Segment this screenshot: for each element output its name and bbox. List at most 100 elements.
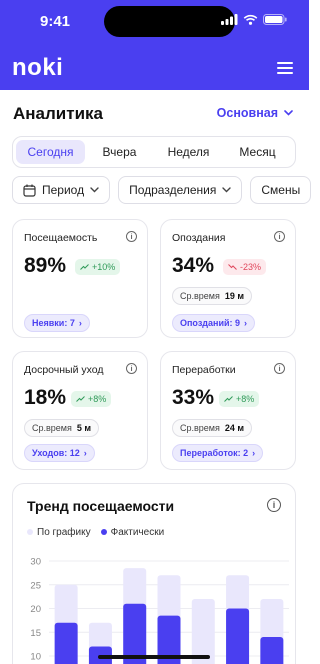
home-indicator — [98, 655, 210, 659]
dynamic-island — [104, 6, 235, 37]
tab-today[interactable]: Сегодня — [16, 140, 85, 164]
delta-badge: +8% — [71, 391, 112, 407]
card-value: 34% — [172, 254, 215, 277]
divisions-filter-label: Подразделения — [129, 183, 217, 197]
menu-line — [277, 67, 293, 69]
trend-up-icon — [224, 396, 233, 402]
chart-title: Тренд посещаемости — [27, 498, 175, 514]
info-icon[interactable]: i — [126, 363, 137, 374]
legend-fact-label: Фактически — [110, 527, 165, 538]
battery-icon — [263, 14, 287, 25]
avg-time-value: 19 м — [224, 291, 245, 301]
bar-fact — [226, 608, 250, 664]
avg-time-value: 5 м — [76, 423, 92, 433]
shifts-filter[interactable]: Смены — [250, 176, 312, 204]
attendance-card: Посещаемость i 89% +10% Неявки: 7 › — [12, 219, 148, 338]
chevron-right-icon: › — [252, 448, 256, 458]
card-title: Опоздания — [172, 232, 226, 244]
link-label: Переработок: 2 — [180, 448, 249, 458]
chevron-down-icon — [284, 110, 293, 116]
delta-badge: +10% — [75, 259, 121, 275]
period-tabs: Сегодня Вчера Неделя Месяц — [12, 136, 296, 168]
trend-up-icon — [80, 264, 89, 270]
bar-fact — [54, 622, 78, 664]
app-header: 9:41 noki — [0, 0, 309, 90]
avg-time-label: Ср.время — [32, 423, 72, 433]
menu-line — [277, 62, 293, 64]
info-icon[interactable]: i — [274, 363, 285, 374]
link-label: Опозданий: 9 — [180, 318, 241, 328]
tab-yesterday[interactable]: Вчера — [85, 140, 154, 164]
delta-value: +8% — [88, 394, 107, 404]
avg-time-badge: Ср.время 24 м — [172, 419, 253, 437]
delta-badge: +8% — [219, 391, 260, 407]
hamburger-menu-button[interactable] — [277, 62, 293, 74]
attendance-trend-card: Тренд посещаемости i По графику Фактичес… — [12, 483, 296, 664]
card-title: Переработки — [172, 364, 236, 376]
delta-value: -23% — [240, 262, 262, 272]
delta-value: +10% — [92, 262, 116, 272]
lateness-link[interactable]: Опозданий: 9 › — [172, 314, 256, 332]
filter-bar: Период Подразделения Смены — [12, 176, 312, 204]
info-icon[interactable]: i — [274, 231, 285, 242]
card-title: Посещаемость — [24, 232, 98, 244]
avg-time-label: Ср.время — [180, 423, 220, 433]
bar-fact — [260, 637, 284, 664]
link-label: Уходов: 12 — [32, 448, 80, 458]
trend-down-icon — [228, 264, 237, 270]
tab-month[interactable]: Месяц — [223, 140, 292, 164]
page-title: Аналитика — [13, 104, 103, 123]
y-tick-label: 20 — [30, 604, 41, 615]
chevron-right-icon: › — [83, 448, 87, 458]
chevron-right-icon: › — [78, 318, 82, 328]
card-value: 33% — [172, 386, 215, 409]
delta-badge: -23% — [223, 259, 267, 275]
divisions-filter[interactable]: Подразделения — [118, 176, 243, 204]
view-dropdown-label: Основная — [216, 106, 278, 120]
y-tick-label: 15 — [30, 628, 41, 639]
legend-plan-label: По графику — [37, 527, 91, 538]
delta-value: +8% — [236, 394, 255, 404]
menu-line — [277, 72, 293, 74]
y-tick-label: 25 — [30, 580, 41, 591]
avg-time-label: Ср.время — [180, 291, 220, 301]
no-shows-link[interactable]: Неявки: 7 › — [24, 314, 90, 332]
overtime-card: Переработки i 33% +8% Ср.время 24 м Пере… — [160, 351, 296, 470]
legend-fact: Фактически — [100, 527, 165, 538]
signal-icon — [221, 14, 238, 25]
early-leave-card: Досрочный уход i 18% +8% Ср.время 5 м Ух… — [12, 351, 148, 470]
app-logo: noki — [12, 54, 64, 81]
legend-swatch — [100, 529, 107, 536]
tab-week[interactable]: Неделя — [154, 140, 223, 164]
status-icons — [221, 14, 287, 25]
calendar-icon — [23, 184, 36, 197]
y-tick-label: 10 — [30, 652, 41, 663]
early-leaves-link[interactable]: Уходов: 12 › — [24, 444, 95, 462]
status-time: 9:41 — [40, 13, 71, 30]
shifts-filter-label: Смены — [261, 183, 301, 197]
period-filter-label: Период — [42, 183, 85, 197]
chevron-down-icon — [90, 187, 99, 193]
chevron-down-icon — [222, 187, 232, 193]
view-dropdown[interactable]: Основная — [217, 106, 293, 120]
avg-time-badge: Ср.время 19 м — [172, 287, 253, 305]
overtime-link[interactable]: Переработок: 2 › — [172, 444, 264, 462]
link-label: Неявки: 7 — [32, 318, 75, 328]
wifi-icon — [243, 14, 258, 25]
period-filter[interactable]: Период — [12, 176, 111, 204]
info-icon[interactable]: i — [126, 231, 137, 242]
trend-up-icon — [76, 396, 85, 402]
info-icon[interactable]: i — [267, 498, 281, 512]
card-value: 18% — [24, 386, 67, 409]
legend-plan: По графику — [27, 527, 91, 538]
legend-swatch — [27, 529, 33, 536]
avg-time-badge: Ср.время 5 м — [24, 419, 100, 437]
card-value: 89% — [24, 254, 67, 277]
lateness-card: Опоздания i 34% -23% Ср.время 19 м Опозд… — [160, 219, 296, 338]
chart-legend: По графику Фактически — [27, 527, 164, 538]
y-tick-label: 30 — [30, 557, 41, 568]
attendance-trend-chart: 10 15 20 25 30 — [30, 557, 289, 664]
chevron-right-icon: › — [244, 318, 248, 328]
card-title: Досрочный уход — [24, 364, 104, 376]
avg-time-value: 24 м — [224, 423, 245, 433]
